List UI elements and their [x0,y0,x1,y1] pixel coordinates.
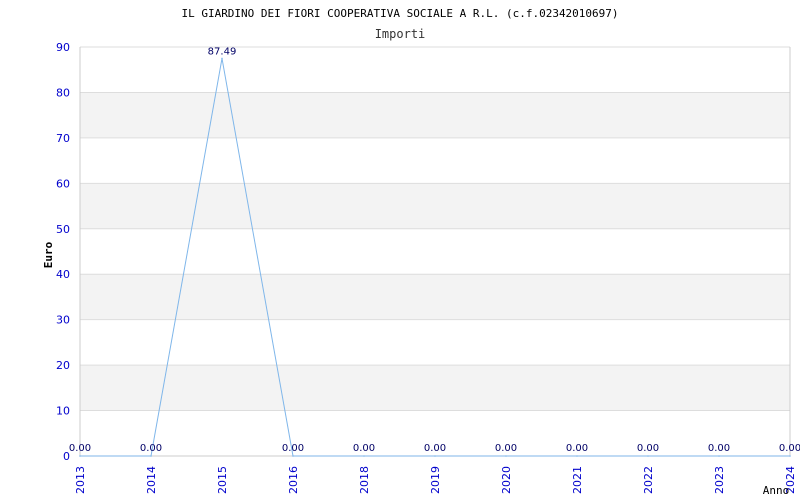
data-point [434,455,436,457]
x-axis-label: Anno [763,484,790,497]
y-tick-label: 90 [56,41,70,54]
data-point [363,455,365,457]
plot-bands [80,47,790,456]
x-tick-label: 2013 [74,466,87,494]
plot-band [80,92,790,138]
x-tick-label: 2014 [145,466,158,494]
plot-band [80,365,790,411]
data-point [79,455,81,457]
y-tick-label: 40 [56,268,70,281]
x-tick-label: 2015 [216,466,229,494]
data-label: 87.49 [208,46,237,57]
data-point [718,455,720,457]
x-tick-label: 2016 [287,466,300,494]
data-label: 0.00 [282,443,304,454]
data-label: 0.00 [353,443,375,454]
plot-band [80,183,790,229]
y-axis-ticks: 0102030405060708090 [56,41,70,463]
data-label: 0.00 [779,443,800,454]
y-tick-label: 10 [56,405,70,418]
chart-subtitle: Importi [375,27,426,41]
x-tick-label: 2021 [571,466,584,494]
data-point [292,455,294,457]
x-tick-label: 2019 [429,466,442,494]
data-point [576,455,578,457]
data-point [647,455,649,457]
line-chart: IL GIARDINO DEI FIORI COOPERATIVA SOCIAL… [42,7,800,497]
x-tick-label: 2020 [500,466,513,494]
data-label: 0.00 [140,443,162,454]
y-tick-label: 50 [56,223,70,236]
y-tick-label: 80 [56,86,70,99]
x-tick-label: 2022 [642,466,655,494]
data-label: 0.00 [69,443,91,454]
x-tick-label: 2023 [713,466,726,494]
data-point [150,455,152,457]
data-point [789,455,791,457]
y-tick-label: 20 [56,359,70,372]
chart-container: IL GIARDINO DEI FIORI COOPERATIVA SOCIAL… [0,0,800,500]
data-label: 0.00 [424,443,446,454]
chart-title: IL GIARDINO DEI FIORI COOPERATIVA SOCIAL… [181,7,618,20]
data-point [221,57,223,60]
data-label: 0.00 [708,443,730,454]
data-label: 0.00 [495,443,517,454]
y-tick-label: 30 [56,314,70,327]
x-tick-label: 2018 [358,466,371,494]
y-axis-label: Euro [42,241,55,268]
data-label: 0.00 [566,443,588,454]
plot-band [80,274,790,320]
y-tick-label: 60 [56,177,70,190]
data-label: 0.00 [637,443,659,454]
data-point [505,455,507,457]
x-axis-ticks: 2013 2014 2015 2016 2018 2019 2020 2021 2022 2023… [74,466,797,494]
y-tick-label: 70 [56,132,70,145]
